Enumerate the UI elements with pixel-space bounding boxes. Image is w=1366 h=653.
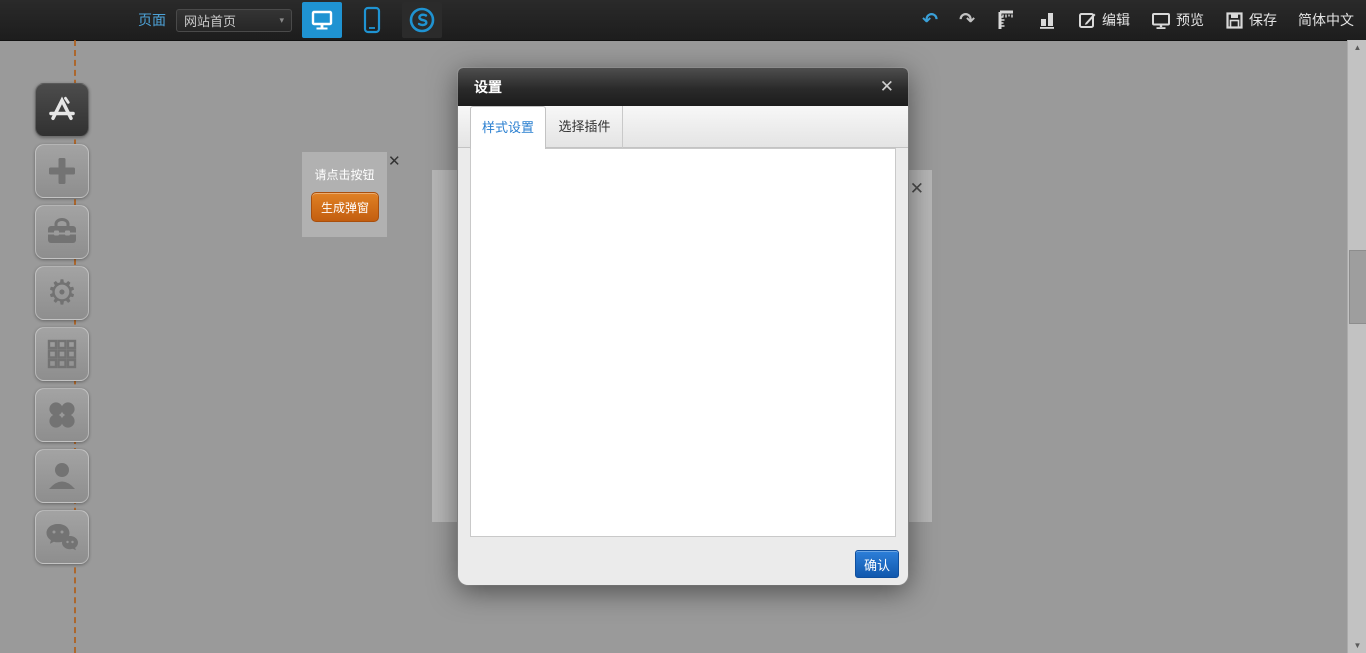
page-dropdown[interactable]: 网站首页 ▾	[176, 9, 292, 32]
vertical-scrollbar[interactable]: ▲ ▼	[1347, 40, 1366, 653]
language-button[interactable]: 简体中文	[1298, 10, 1354, 30]
sidebar-item-add[interactable]	[35, 144, 89, 198]
page-dropdown-value: 网站首页	[184, 11, 236, 30]
preview-close-icon[interactable]: ✕	[910, 179, 924, 199]
link-mode-button[interactable]	[402, 2, 442, 38]
tab-choose-plugin[interactable]: 选择插件	[547, 106, 623, 148]
sidebar-item-wechat[interactable]	[35, 510, 89, 564]
sidebar-item-plugins[interactable]	[35, 388, 89, 442]
user-icon	[45, 459, 79, 493]
undo-icon[interactable]: ↶	[922, 9, 938, 32]
widget-text: 请点击按钮	[302, 166, 387, 183]
desktop-monitor-icon	[310, 8, 334, 32]
dialog-tab-bar: 样式设置 选择插件	[458, 106, 908, 148]
page-builder-app: 页面 网站首页 ▾ ↶ ↷	[0, 0, 1366, 653]
s-link-icon	[407, 5, 437, 35]
gear-icon: ⚙	[47, 267, 77, 319]
desktop-view-button[interactable]	[302, 2, 342, 38]
scrollbar-thumb[interactable]	[1349, 250, 1366, 324]
redo-icon[interactable]: ↷	[959, 9, 975, 32]
clover-icon	[46, 399, 78, 431]
ruler-icon[interactable]	[996, 9, 1016, 31]
dialog-title: 设置	[474, 68, 502, 106]
tab-style-settings[interactable]: 样式设置	[470, 106, 546, 149]
edit-pencil-icon	[1078, 11, 1097, 30]
scroll-up-icon[interactable]: ▲	[1348, 40, 1366, 55]
settings-dialog: 设置 ✕ 样式设置 选择插件 弹窗容器设置: 容器大小: 宽 高 容器位置: 遮…	[458, 68, 908, 585]
align-bars-icon[interactable]	[1037, 10, 1057, 30]
save-floppy-icon	[1225, 11, 1244, 30]
top-toolbar: 页面 网站首页 ▾ ↶ ↷	[0, 0, 1366, 41]
popup-trigger-widget[interactable]: 请点击按钮 生成弹窗	[302, 152, 387, 237]
sidebar-item-toolbox[interactable]	[35, 205, 89, 259]
grid-icon	[46, 338, 78, 370]
save-label: 保存	[1249, 10, 1277, 30]
scroll-down-icon[interactable]: ▼	[1348, 638, 1366, 653]
chevron-down-icon: ▾	[279, 15, 284, 26]
edit-button[interactable]: 编辑	[1078, 10, 1130, 30]
sidebar-item-modules[interactable]	[35, 327, 89, 381]
page-label: 页面	[138, 10, 166, 30]
sidebar-item-app-design[interactable]	[35, 83, 89, 137]
save-button[interactable]: 保存	[1225, 10, 1277, 30]
dialog-close-icon[interactable]: ✕	[880, 68, 894, 106]
style-settings-panel	[470, 148, 896, 537]
toolbar-actions: ↶ ↷ 编辑 预览	[922, 0, 1354, 40]
generate-popup-button[interactable]: 生成弹窗	[311, 192, 379, 222]
sidebar-item-settings[interactable]: ⚙	[35, 266, 89, 320]
edit-label: 编辑	[1102, 10, 1130, 30]
add-icon	[46, 155, 78, 187]
preview-button[interactable]: 预览	[1151, 10, 1204, 30]
widget-close-icon[interactable]: ✕	[388, 152, 401, 170]
dialog-header[interactable]: 设置 ✕	[458, 68, 908, 106]
app-design-icon	[44, 92, 80, 128]
preview-monitor-icon	[1151, 11, 1171, 30]
page-selector-group: 页面 网站首页 ▾	[138, 0, 442, 40]
mobile-view-button[interactable]	[352, 2, 392, 38]
toolbox-icon	[45, 217, 79, 247]
mobile-phone-icon	[361, 6, 383, 34]
preview-label: 预览	[1176, 10, 1204, 30]
wechat-icon	[44, 521, 80, 553]
sidebar-item-user[interactable]	[35, 449, 89, 503]
confirm-button[interactable]: 确认	[855, 550, 899, 578]
